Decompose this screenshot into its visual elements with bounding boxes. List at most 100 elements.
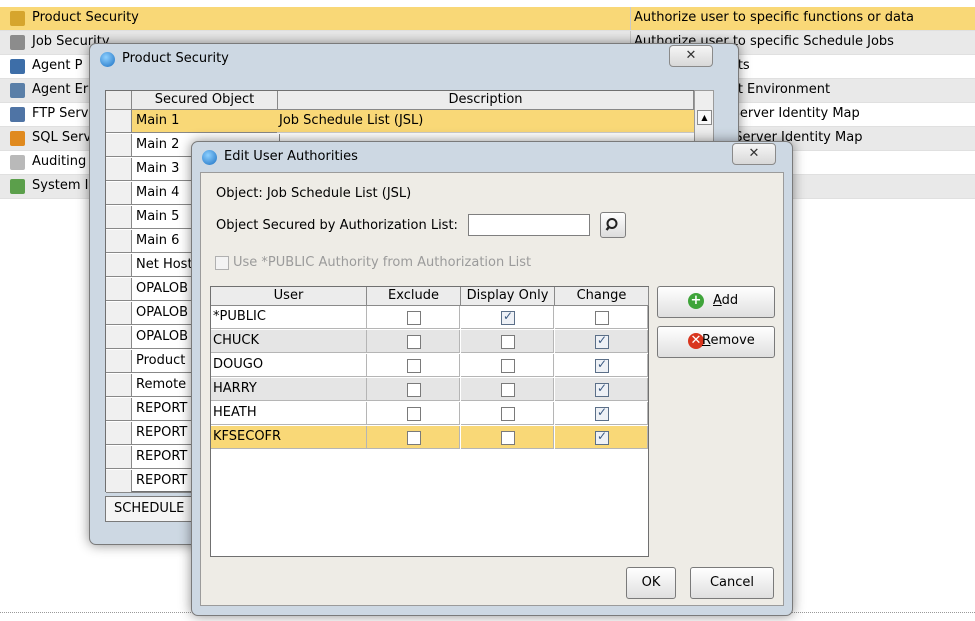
edit-authorities-titlebar[interactable]: Edit User Authorities ✕ — [192, 142, 792, 172]
authorization-list-input[interactable] — [468, 214, 590, 236]
user-cell: DOUGO — [211, 354, 367, 377]
column-header-user[interactable]: User — [211, 287, 367, 306]
product-security-close-button[interactable]: ✕ — [669, 45, 713, 67]
list-item-name: SQL Serv — [32, 130, 92, 145]
app-logo-icon — [100, 52, 115, 67]
display-checkbox[interactable] — [501, 383, 515, 397]
object-label: Object: Job Schedule List (JSL) — [216, 186, 412, 201]
exclude-checkbox[interactable] — [407, 359, 421, 373]
display-checkbox[interactable] — [501, 407, 515, 421]
add-icon: + — [688, 293, 704, 309]
row-header[interactable] — [106, 254, 132, 277]
display-checkbox[interactable] — [501, 431, 515, 445]
row-header[interactable] — [106, 422, 132, 445]
row-header[interactable] — [106, 470, 132, 493]
gears-icon — [10, 35, 25, 50]
user-cell: HARRY — [211, 378, 367, 401]
change-checkbox[interactable] — [595, 405, 609, 421]
description-cell: Job Schedule List (JSL) — [277, 110, 694, 133]
row-header[interactable] — [106, 326, 132, 349]
row-header[interactable] — [106, 278, 132, 301]
list-item[interactable]: Product Security Authorize user to specif… — [0, 7, 975, 31]
column-header-secured-object[interactable]: Secured Object — [132, 91, 278, 110]
column-divider — [630, 7, 631, 30]
column-header-exclude[interactable]: Exclude — [367, 287, 461, 306]
change-checkbox[interactable] — [595, 357, 609, 373]
remove-user-button[interactable]: ✕ Remove — [657, 326, 775, 358]
table-row[interactable]: CHUCK — [211, 330, 648, 353]
table-row[interactable]: KFSECOFR — [211, 426, 648, 449]
table-row[interactable]: HEATH — [211, 402, 648, 425]
ok-button[interactable]: OK — [626, 567, 676, 599]
row-header[interactable] — [106, 206, 132, 229]
row-header[interactable] — [106, 182, 132, 205]
row-header[interactable] — [106, 374, 132, 397]
list-item-name: Agent P — [32, 58, 83, 73]
add-user-button[interactable]: + Add — [657, 286, 775, 318]
cancel-button[interactable]: Cancel — [690, 567, 774, 599]
add-accelerator: A — [713, 293, 722, 308]
use-public-authority-label: Use *PUBLIC Authority from Authorization… — [233, 255, 532, 270]
exclude-cell — [367, 354, 460, 377]
list-item-name: Auditing — [32, 154, 87, 169]
exclude-checkbox[interactable] — [407, 311, 421, 325]
display-cell — [461, 330, 554, 353]
change-cell — [555, 330, 648, 353]
column-header-description[interactable]: Description — [278, 91, 694, 110]
exclude-checkbox[interactable] — [407, 431, 421, 445]
exclude-cell — [367, 378, 460, 401]
row-header[interactable] — [106, 350, 132, 373]
row-header[interactable] — [106, 398, 132, 421]
exclude-checkbox[interactable] — [407, 407, 421, 421]
exclude-checkbox[interactable] — [407, 383, 421, 397]
remove-label: emove — [710, 333, 755, 348]
product-security-title: Product Security — [122, 51, 229, 66]
exclude-cell — [367, 330, 460, 353]
change-checkbox[interactable] — [595, 429, 609, 445]
change-checkbox[interactable] — [595, 311, 609, 325]
change-cell — [555, 306, 648, 329]
table-row[interactable]: DOUGO — [211, 354, 648, 377]
auditing-icon — [10, 155, 25, 170]
edit-authorities-close-button[interactable]: ✕ — [732, 143, 776, 165]
display-checkbox[interactable] — [501, 309, 515, 325]
system-settings-icon — [10, 179, 25, 194]
display-checkbox[interactable] — [501, 359, 515, 373]
add-label: dd — [721, 293, 739, 308]
table-row[interactable]: Main 1 Job Schedule List (JSL) — [106, 110, 694, 133]
change-checkbox[interactable] — [595, 333, 609, 349]
user-cell: KFSECOFR — [211, 426, 367, 449]
exclude-checkbox[interactable] — [407, 335, 421, 349]
table-row[interactable]: *PUBLIC — [211, 306, 648, 329]
ftp-server-icon — [10, 107, 25, 122]
user-cell: CHUCK — [211, 330, 367, 353]
change-cell — [555, 426, 648, 449]
row-header[interactable] — [106, 134, 132, 157]
row-header-corner — [106, 91, 132, 110]
display-cell — [461, 354, 554, 377]
row-header[interactable] — [106, 446, 132, 469]
display-checkbox[interactable] — [501, 335, 515, 349]
row-header[interactable] — [106, 158, 132, 181]
change-cell — [555, 378, 648, 401]
list-item-name: Agent Er — [32, 82, 89, 97]
list-item-name: FTP Serv — [32, 106, 89, 121]
app-logo-icon — [202, 150, 217, 165]
row-header[interactable] — [106, 110, 132, 133]
product-security-titlebar[interactable]: Product Security ✕ — [90, 44, 738, 74]
column-header-display-only[interactable]: Display Only — [461, 287, 555, 306]
row-header[interactable] — [106, 302, 132, 325]
user-cell: *PUBLIC — [211, 306, 367, 329]
change-checkbox[interactable] — [595, 381, 609, 397]
row-header[interactable] — [106, 230, 132, 253]
display-cell — [461, 402, 554, 425]
table-row[interactable]: HARRY — [211, 378, 648, 401]
sql-server-icon — [10, 131, 25, 146]
scroll-up-arrow-icon[interactable]: ▲ — [697, 110, 712, 125]
display-cell — [461, 306, 554, 329]
monitor-icon — [10, 59, 25, 74]
column-header-change[interactable]: Change — [555, 287, 649, 306]
list-item-name: Product Security — [32, 10, 139, 25]
use-public-authority-checkbox[interactable] — [215, 256, 229, 270]
authorization-list-search-button[interactable] — [600, 212, 626, 238]
